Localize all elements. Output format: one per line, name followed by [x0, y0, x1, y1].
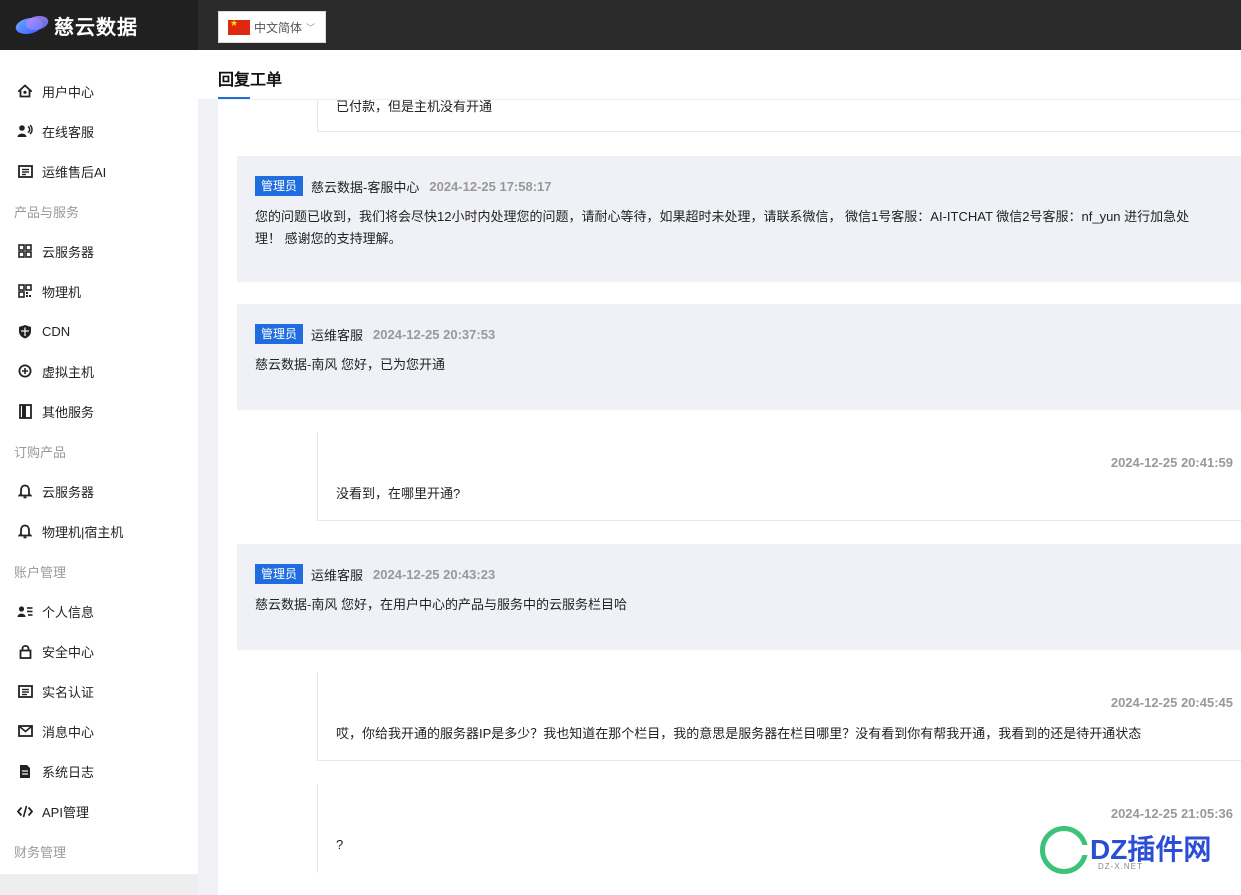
sidebar-item-label: 物理机|宿主机 — [42, 524, 124, 540]
language-label: 中文简体 — [254, 20, 303, 35]
qrcode-icon — [16, 282, 34, 300]
mail-icon — [16, 722, 34, 740]
sidebar-scroll-hint — [0, 874, 198, 895]
sidebar-item-online-support[interactable]: 在线客服 — [0, 111, 198, 151]
sidebar-item-label: 安全中心 — [42, 644, 95, 660]
message-time: 2024-12-25 20:41:59 — [1110, 455, 1233, 470]
tab-indicator — [218, 97, 250, 99]
sidebar-item-label: 在线客服 — [42, 124, 95, 140]
sidebar-item-label: API管理 — [42, 804, 89, 820]
sidebar-item-security-center[interactable]: 安全中心 — [0, 631, 198, 671]
sidebar-item-user-center[interactable]: 用户中心 — [0, 71, 198, 111]
message-header: 管理员 运维客服 2024-12-25 20:37:53 — [255, 324, 1223, 344]
user-message: 2024-12-25 20:41:59 没看到，在哪里开通? — [317, 432, 1241, 521]
page-title: 回复工单 — [218, 72, 283, 89]
admin-badge: 管理员 — [255, 176, 304, 196]
file-icon — [16, 762, 34, 780]
sidebar-item-ops-ai[interactable]: 运维售后AI — [0, 151, 198, 191]
message-text: 已付款，但是主机没有开通 — [336, 100, 493, 114]
message-text: 您的问题已收到，我们将会尽快12小时内处理您的问题，请耐心等待，如果超时未处理，… — [255, 209, 1190, 246]
china-flag-icon — [228, 18, 250, 35]
admin-message: 管理员 运维客服 2024-12-25 20:43:23 慈云数据-南风 您好，… — [237, 544, 1241, 650]
sidebar-item-label: 物理机 — [42, 284, 82, 300]
sidebar-item-label: 个人信息 — [42, 604, 95, 620]
home-icon — [16, 82, 34, 100]
cube-icon — [16, 362, 34, 380]
message-text: ? — [336, 837, 344, 852]
book-icon — [16, 402, 34, 420]
sidebar-item-label: 系统日志 — [42, 764, 95, 780]
sender-name: 运维客服 — [311, 567, 364, 583]
watermark-logo-icon — [1040, 826, 1089, 874]
message-time: 2024-12-25 20:43:23 — [373, 566, 496, 582]
brand-name: 慈云数据 — [54, 16, 138, 39]
message-text: 哎，你给我开通的服务器IP是多少？我也知道在那个栏目，我的意思是服务器在栏目哪里… — [336, 726, 1142, 741]
lock-icon — [16, 642, 34, 660]
cloud-logo-icon — [13, 14, 51, 36]
sidebar-section-account: 账户管理 — [14, 564, 67, 580]
sidebar-item-label: 云服务器 — [42, 484, 95, 500]
sidebar-item-label: 用户中心 — [42, 84, 95, 100]
bell-icon — [16, 482, 34, 500]
watermark-subtext: DZ-X.NET — [1098, 862, 1143, 871]
sidebar-item-label: 虚拟主机 — [42, 364, 95, 380]
sidebar-item-cdn[interactable]: CDN — [0, 311, 198, 351]
message-text: 慈云数据-南风 您好，在用户中心的产品与服务中的云服务栏目哈 — [255, 597, 627, 612]
admin-badge: 管理员 — [255, 324, 304, 344]
sidebar-item-api-management[interactable]: API管理 — [0, 791, 198, 831]
message-header: 管理员 运维客服 2024-12-25 20:43:23 — [255, 564, 1223, 584]
content-header: 回复工单 — [198, 50, 1241, 100]
sidebar-item-physical-machine[interactable]: 物理机 — [0, 271, 198, 311]
message-time: 2024-12-25 20:37:53 — [373, 326, 496, 342]
code-icon — [16, 802, 34, 820]
user-card-icon — [16, 602, 34, 620]
ticket-thread[interactable]: 已付款，但是主机没有开通 管理员 慈云数据-客服中心 2024-12-25 17… — [218, 100, 1241, 895]
sidebar-item-real-name-auth[interactable]: 实名认证 — [0, 671, 198, 711]
sidebar-item-label: 其他服务 — [42, 404, 95, 420]
sidebar-item-cloud-server[interactable]: 云服务器 — [0, 231, 198, 271]
message-text: 慈云数据-南风 您好，已为您开通 — [255, 357, 445, 372]
message-time: 2024-12-25 20:45:45 — [1110, 695, 1233, 710]
sidebar-item-label: 消息中心 — [42, 724, 95, 740]
sidebar-item-ordered-physical-host[interactable]: 物理机|宿主机 — [0, 511, 198, 551]
admin-message: 管理员 慈云数据-客服中心 2024-12-25 17:58:17 您的问题已收… — [237, 156, 1241, 282]
sender-name: 慈云数据-客服中心 — [311, 179, 420, 195]
message-time: 2024-12-25 17:58:17 — [429, 178, 552, 194]
sidebar-section-orders: 订购产品 — [14, 444, 67, 460]
admin-message: 管理员 运维客服 2024-12-25 20:37:53 慈云数据-南风 您好，… — [237, 304, 1241, 410]
message-text: 没看到，在哪里开通? — [336, 486, 461, 501]
shield-icon — [16, 322, 34, 340]
admin-badge: 管理员 — [255, 564, 304, 584]
sidebar-item-label: 云服务器 — [42, 244, 95, 260]
message-time: 2024-12-25 21:05:36 — [1110, 806, 1233, 821]
watermark-text: DZ插件网 — [1090, 834, 1212, 865]
user-message: 已付款，但是主机没有开通 — [317, 100, 1241, 132]
message-header: 管理员 慈云数据-客服中心 2024-12-25 17:58:17 — [255, 176, 1223, 196]
chevron-down-icon: ﹀ — [306, 22, 316, 33]
id-card-icon — [16, 682, 34, 700]
sidebar-item-label: 实名认证 — [42, 684, 95, 700]
bell-icon — [16, 522, 34, 540]
sidebar-item-virtual-host[interactable]: 虚拟主机 — [0, 351, 198, 391]
watermark: DZ插件网 DZ-X.NET — [1040, 826, 1211, 874]
sidebar-item-other-services[interactable]: 其他服务 — [0, 391, 198, 431]
sidebar-section-finance: 财务管理 — [14, 844, 67, 860]
language-select[interactable]: 中文简体 ﹀ — [218, 11, 326, 43]
top-bar: 慈云数据 中文简体 ﹀ — [0, 0, 1241, 50]
headset-icon — [16, 122, 34, 140]
sidebar-item-label: 运维售后AI — [42, 164, 107, 180]
grid-icon — [16, 242, 34, 260]
user-message: 2024-12-25 20:45:45 哎，你给我开通的服务器IP是多少？我也知… — [317, 672, 1241, 761]
sidebar-item-ordered-cloud-server[interactable]: 云服务器 — [0, 471, 198, 511]
sidebar-item-personal-info[interactable]: 个人信息 — [0, 591, 198, 631]
sidebar-section-products: 产品与服务 — [14, 204, 80, 220]
sidebar: 用户中心 在线客服 运维售后AI 产品与服务 云服务器 物理机 CDN 虚拟主机… — [0, 50, 198, 895]
sidebar-item-system-log[interactable]: 系统日志 — [0, 751, 198, 791]
document-icon — [16, 162, 34, 180]
sidebar-item-message-center[interactable]: 消息中心 — [0, 711, 198, 751]
sender-name: 运维客服 — [311, 327, 364, 343]
brand-logo[interactable]: 慈云数据 — [0, 0, 198, 50]
sidebar-item-label: CDN — [42, 323, 71, 339]
